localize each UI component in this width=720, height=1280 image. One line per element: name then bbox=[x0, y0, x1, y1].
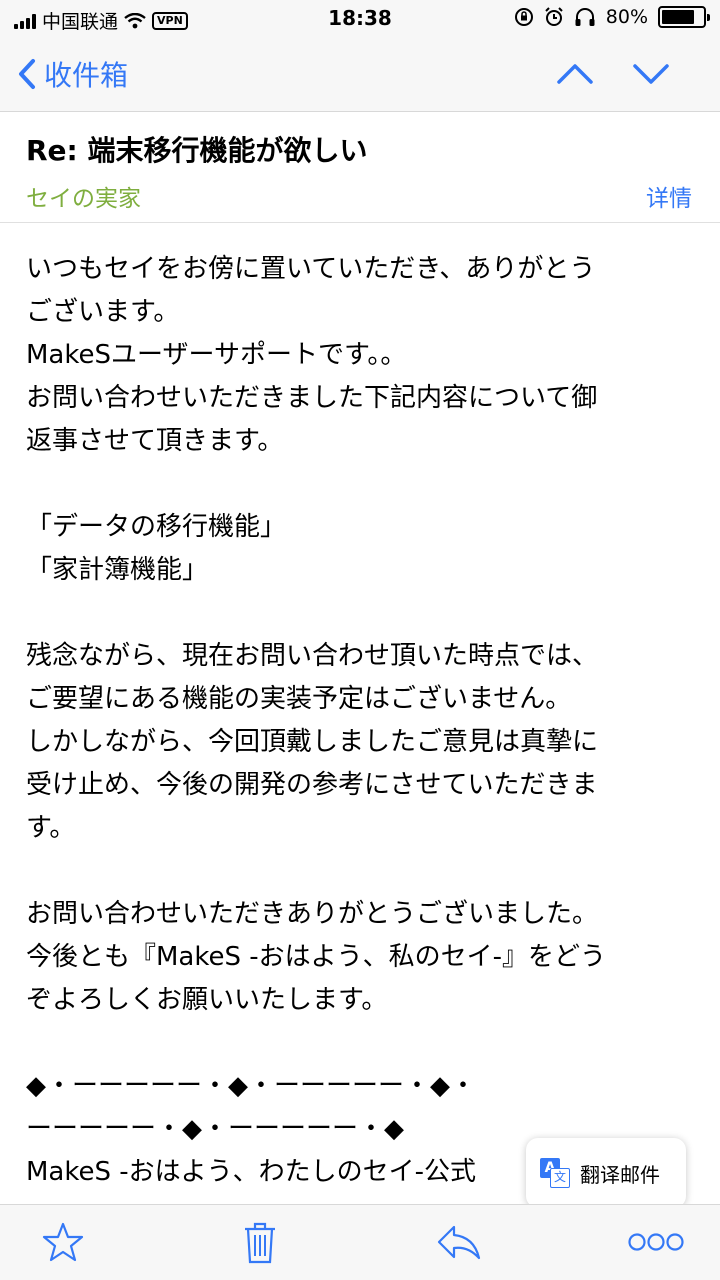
body-line: いつもセイをお傍に置いていただき、ありがとう bbox=[26, 254, 596, 284]
back-label: 收件箱 bbox=[44, 59, 129, 92]
status-right: 80% bbox=[514, 6, 710, 28]
body-line: お問い合わせいただきありがとうございました。 bbox=[26, 899, 599, 929]
body-blank-line bbox=[26, 850, 698, 893]
body-line: 残念ながら、現在お問い合わせ頂いた時点では、 bbox=[26, 641, 599, 671]
headphones-icon bbox=[575, 8, 595, 26]
body-blank-line bbox=[26, 463, 698, 506]
body-line: ぞよろしくお願いいたします。 bbox=[26, 985, 388, 1015]
body-blank-line bbox=[26, 592, 698, 635]
message-subject: Re: 端末移行機能が欲しい bbox=[26, 134, 368, 167]
status-bar: 中国联通 VPN 18:38 80% bbox=[0, 0, 720, 40]
body-line: ございます。 bbox=[26, 297, 180, 327]
trash-icon[interactable] bbox=[243, 1221, 277, 1265]
body-line: ご要望にある機能の実装予定はございません。 bbox=[26, 684, 572, 714]
message-body: いつもセイをお傍に置いていただき、ありがとう ございます。 MakeSユーザーサポー… bbox=[26, 248, 698, 1194]
body-line: お問い合わせいただきました下記内容について御 bbox=[26, 383, 598, 413]
details-link[interactable]: 详情 bbox=[646, 179, 692, 213]
body-line: す。 bbox=[26, 813, 76, 843]
message-header: Re: 端末移行機能が欲しい セイの実家 详情 bbox=[0, 113, 720, 223]
bottom-toolbar bbox=[0, 1204, 720, 1280]
alarm-icon bbox=[545, 7, 563, 26]
nav-bar: 收件箱 bbox=[0, 40, 720, 112]
more-icon[interactable] bbox=[628, 1231, 684, 1253]
translate-label: 翻译邮件 bbox=[580, 1162, 660, 1187]
body-line: 受け止め、今後の開発の参考にさせていただきま bbox=[26, 770, 598, 800]
star-icon[interactable] bbox=[42, 1221, 84, 1263]
message-sender[interactable]: セイの実家 bbox=[26, 179, 141, 213]
body-line: MakeSユーザーサポートです。。 bbox=[26, 340, 407, 370]
battery-percent: 80% bbox=[605, 6, 648, 28]
translate-icon: A文 bbox=[540, 1158, 570, 1188]
body-line: ◆・ーーーーー・◆・ーーーーー・◆・ bbox=[26, 1071, 476, 1101]
body-line: 返事させて頂きます。 bbox=[26, 426, 284, 456]
chevron-up-icon[interactable] bbox=[556, 54, 594, 94]
chevron-left-icon bbox=[19, 59, 35, 89]
body-line: 「家計簿機能」 bbox=[26, 555, 209, 585]
body-line: 「データの移行機能」 bbox=[26, 512, 287, 542]
orientation-lock-icon bbox=[514, 8, 533, 26]
body-line: 今後とも『MakeS -おはよう、私のセイ-』をどう bbox=[26, 942, 607, 972]
body-blank-line bbox=[26, 1022, 698, 1065]
translate-button[interactable]: A文 翻译邮件 bbox=[526, 1138, 686, 1208]
back-button[interactable]: 收件箱 bbox=[18, 54, 128, 94]
reply-icon[interactable] bbox=[436, 1221, 482, 1263]
battery-icon bbox=[658, 6, 710, 28]
message-nav bbox=[556, 54, 670, 94]
chevron-down-icon[interactable] bbox=[632, 54, 670, 94]
body-line: しかしながら、今回頂戴しましたご意見は真摯に bbox=[26, 727, 599, 757]
